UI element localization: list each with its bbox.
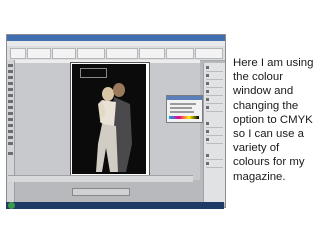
panel-tab[interactable] [206, 137, 223, 144]
options-field[interactable] [52, 48, 76, 59]
caption-line: option to CMYK [233, 113, 313, 126]
caption-line: colours for my [233, 156, 305, 169]
transform-tool-icon[interactable] [8, 118, 13, 121]
colour-slider[interactable] [170, 111, 194, 113]
panel-icon [206, 162, 209, 165]
panel-icon [206, 138, 209, 141]
caption-line: window and [233, 85, 294, 98]
options-field[interactable] [106, 48, 138, 59]
taskbar [6, 202, 224, 209]
panel-icon [206, 82, 209, 85]
panel-dock [203, 63, 225, 203]
caption-line: variety of [233, 142, 280, 155]
page-thumbnails[interactable] [72, 188, 130, 196]
panel-icon [206, 106, 209, 109]
panel-tab[interactable] [206, 121, 223, 128]
colour-slider[interactable] [170, 107, 192, 109]
text-frame[interactable] [80, 68, 107, 78]
start-button-icon[interactable] [8, 202, 15, 209]
panel-icon [206, 98, 209, 101]
colour-spectrum[interactable] [169, 116, 199, 119]
colour-window-header[interactable] [167, 96, 202, 100]
rectangle-tool-icon[interactable] [8, 106, 13, 109]
couple-photo-image [96, 83, 132, 172]
options-field[interactable] [10, 48, 26, 59]
gradient-tool-icon[interactable] [8, 124, 13, 127]
panel-tab[interactable] [206, 81, 223, 88]
panel-icon [206, 154, 209, 157]
scissors-tool-icon[interactable] [8, 112, 13, 115]
direct-select-tool-icon[interactable] [8, 70, 13, 73]
caption-line: changing the [233, 99, 299, 112]
options-field[interactable] [27, 48, 51, 59]
type-tool-icon[interactable] [8, 76, 13, 79]
fill-stroke-icon[interactable] [8, 152, 13, 155]
cover-photo[interactable] [72, 64, 146, 174]
colour-window[interactable] [166, 95, 203, 123]
panel-tab[interactable] [206, 105, 223, 112]
panel-tab[interactable] [206, 161, 223, 168]
options-field[interactable] [139, 48, 165, 59]
pencil-tool-icon[interactable] [8, 88, 13, 91]
caption-line: magazine. [233, 170, 286, 183]
caption-text: Here I am using the colour window and ch… [233, 56, 317, 184]
panel-tab[interactable] [206, 89, 223, 96]
rectangle-frame-tool-icon[interactable] [8, 100, 13, 103]
hand-tool-icon[interactable] [8, 136, 13, 139]
toolbox [7, 60, 15, 207]
panel-tab[interactable] [206, 153, 223, 160]
panel-icon [206, 130, 209, 133]
options-bar [7, 46, 225, 61]
status-bar [8, 175, 193, 182]
options-field[interactable] [166, 48, 194, 59]
panel-tab[interactable] [206, 73, 223, 80]
panel-icon [206, 90, 209, 93]
panel-icon [206, 122, 209, 125]
pen-tool-icon[interactable] [8, 82, 13, 85]
caption-line: the colour [233, 71, 284, 84]
line-tool-icon[interactable] [8, 94, 13, 97]
colour-slider[interactable] [170, 103, 196, 105]
panel-tab[interactable] [206, 129, 223, 136]
caption-line: Here I am using [233, 57, 314, 69]
eyedropper-tool-icon[interactable] [8, 130, 13, 133]
panel-icon [206, 66, 209, 69]
zoom-tool-icon[interactable] [8, 142, 13, 145]
panel-icon [206, 74, 209, 77]
panel-tab[interactable] [206, 65, 223, 72]
panel-tab[interactable] [206, 97, 223, 104]
caption-line: so I can use a [233, 128, 304, 141]
select-tool-icon[interactable] [8, 64, 13, 67]
options-field[interactable] [195, 48, 223, 59]
options-field[interactable] [77, 48, 105, 59]
